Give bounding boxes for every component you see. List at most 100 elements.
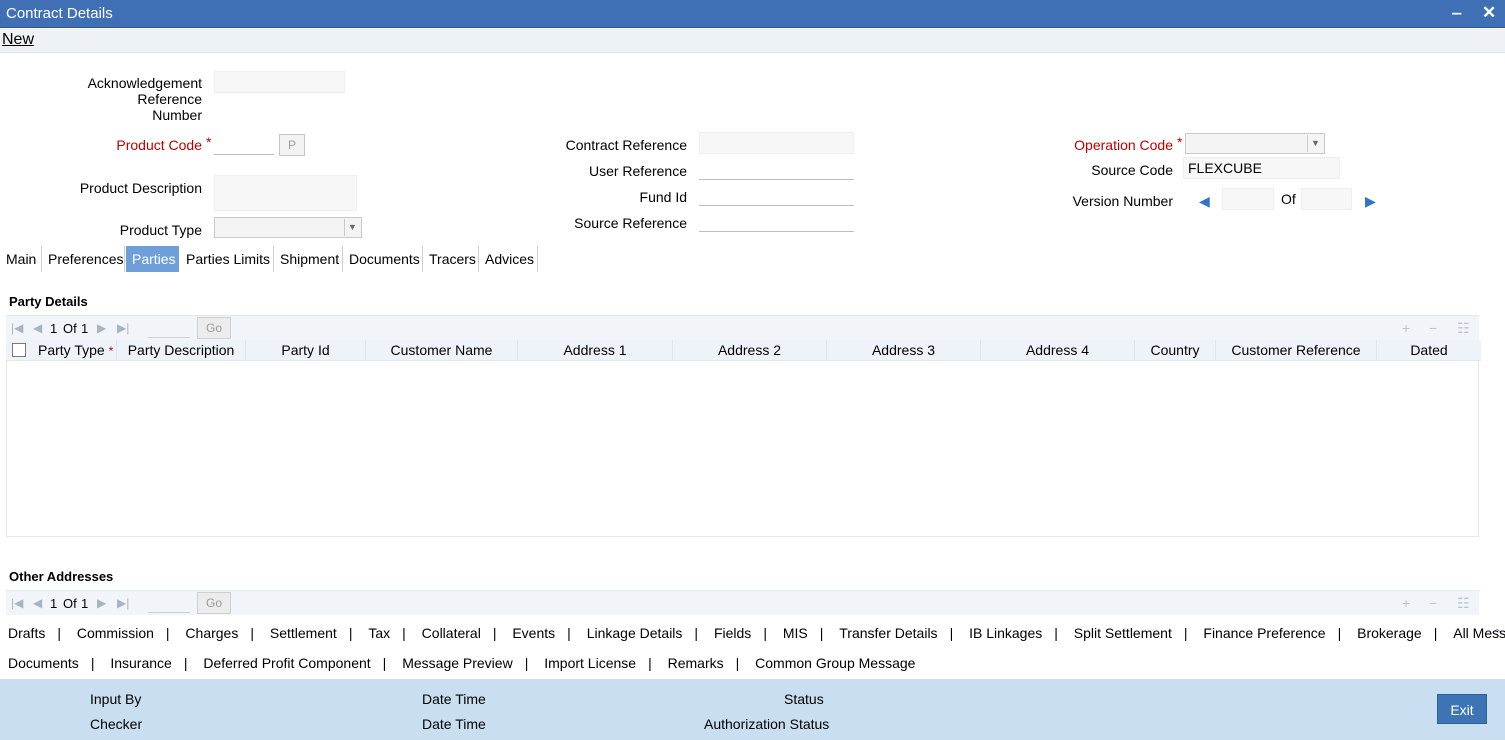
link-separator: | — [763, 625, 767, 641]
link-documents[interactable]: Documents — [8, 655, 79, 671]
add-row-icon[interactable]: + — [1402, 595, 1410, 611]
link-insurance[interactable]: Insurance — [110, 655, 171, 671]
version-total-input[interactable] — [1301, 188, 1352, 210]
col-party-description[interactable]: Party Description — [117, 340, 246, 361]
col-address-3[interactable]: Address 3 — [827, 340, 981, 361]
next-page-icon[interactable]: ▶ — [97, 596, 106, 610]
link-settlement[interactable]: Settlement — [270, 625, 337, 641]
tab-shipment[interactable]: Shipment — [274, 246, 343, 272]
tab-tracers[interactable]: Tracers — [423, 246, 479, 272]
contract-reference-label: Contract Reference — [565, 137, 687, 153]
col-address-2[interactable]: Address 2 — [673, 340, 827, 361]
product-code-input[interactable] — [214, 133, 274, 155]
fund-id-input[interactable] — [699, 184, 854, 206]
single-view-icon[interactable]: ☷ — [1457, 320, 1470, 337]
link-mis[interactable]: MIS — [783, 625, 808, 641]
previous-page-icon[interactable]: ◀ — [33, 321, 42, 335]
contract-reference-input[interactable] — [699, 132, 854, 154]
link-separator: | — [567, 625, 571, 641]
source-code-input[interactable]: FLEXCUBE — [1183, 157, 1340, 179]
link-finance-preference[interactable]: Finance Preference — [1203, 625, 1325, 641]
link-events[interactable]: Events — [512, 625, 555, 641]
new-link[interactable]: New — [2, 31, 34, 49]
page-of-label: Of — [63, 596, 77, 611]
ack-ref-label: Acknowledgement Reference Number — [20, 75, 202, 123]
tab-parties[interactable]: Parties — [126, 246, 179, 272]
ack-ref-input[interactable] — [214, 71, 345, 93]
single-view-icon[interactable]: ☷ — [1457, 595, 1470, 612]
select-all-checkbox[interactable] — [12, 343, 26, 357]
col-customer-name[interactable]: Customer Name — [366, 340, 518, 361]
product-type-select[interactable]: ▼ — [214, 217, 362, 238]
link-ib-linkages[interactable]: IB Linkages — [969, 625, 1042, 641]
source-reference-input[interactable] — [699, 210, 854, 232]
link-collateral[interactable]: Collateral — [422, 625, 481, 641]
previous-version-icon[interactable]: ◀ — [1199, 193, 1210, 210]
go-button[interactable]: Go — [197, 317, 231, 339]
delete-row-icon[interactable]: − — [1429, 595, 1437, 611]
other-addresses-title: Other Addresses — [9, 569, 114, 584]
link-commission[interactable]: Commission — [77, 625, 154, 641]
link-deferred-profit-component[interactable]: Deferred Profit Component — [203, 655, 370, 671]
checker-label: Checker — [90, 716, 143, 732]
col-country[interactable]: Country — [1135, 340, 1216, 361]
col-party-id[interactable]: Party Id — [246, 340, 366, 361]
col-party-type[interactable]: Party Type * — [32, 340, 117, 361]
link-charges[interactable]: Charges — [185, 625, 238, 641]
product-code-lov-button[interactable]: P — [279, 134, 305, 156]
tab-main[interactable]: Main — [0, 246, 42, 272]
link-separator: | — [524, 655, 529, 671]
close-icon[interactable]: ✕ — [1482, 3, 1496, 23]
page-number-input[interactable] — [148, 319, 190, 338]
add-row-icon[interactable]: + — [1402, 320, 1410, 336]
col-dated[interactable]: Dated — [1377, 340, 1481, 361]
link-remarks[interactable]: Remarks — [668, 655, 724, 671]
link-linkage-details[interactable]: Linkage Details — [587, 625, 683, 641]
link-transfer-details[interactable]: Transfer Details — [839, 625, 937, 641]
window-titlebar: Contract Details ‒ ✕ — [0, 0, 1505, 28]
operation-code-label: Operation Code — [1074, 137, 1173, 153]
previous-page-icon[interactable]: ◀ — [33, 596, 42, 610]
minimize-icon[interactable]: ‒ — [1452, 3, 1461, 23]
product-description-input[interactable] — [214, 175, 357, 211]
tab-preferences[interactable]: Preferences — [42, 246, 125, 272]
next-page-icon[interactable]: ▶ — [97, 321, 106, 335]
go-button[interactable]: Go — [197, 592, 231, 614]
first-page-icon[interactable]: |◀ — [11, 321, 23, 335]
party-details-title: Party Details — [9, 294, 88, 309]
link-tax[interactable]: Tax — [368, 625, 390, 641]
link-separator: | — [1337, 625, 1342, 641]
tab-documents[interactable]: Documents — [343, 246, 423, 272]
next-version-icon[interactable]: ▶ — [1365, 193, 1376, 210]
col-address-1[interactable]: Address 1 — [518, 340, 673, 361]
link-message-preview[interactable]: Message Preview — [402, 655, 513, 671]
col-address-4[interactable]: Address 4 — [981, 340, 1135, 361]
date-time-label: Date Time — [422, 691, 486, 707]
link-separator: | — [648, 655, 652, 671]
exit-button[interactable]: Exit — [1437, 694, 1487, 724]
ack-ref-label-line2: Number — [152, 107, 202, 123]
tab-parties-limits[interactable]: Parties Limits — [180, 246, 274, 272]
party-details-pager: |◀ ◀ 1 Of 1 ▶ ▶| Go + − ☷ — [6, 315, 1479, 340]
chevron-down-icon: ▼ — [1307, 135, 1323, 152]
tab-advices[interactable]: Advices — [479, 246, 538, 272]
page-number-input[interactable] — [148, 594, 190, 613]
version-current-input[interactable] — [1222, 188, 1274, 210]
link-import-license[interactable]: Import License — [544, 655, 636, 671]
link-fields[interactable]: Fields — [714, 625, 751, 641]
link-drafts[interactable]: Drafts — [8, 625, 45, 641]
link-all-messages[interactable]: All Messages — [1453, 625, 1505, 641]
last-page-icon[interactable]: ▶| — [117, 321, 129, 335]
user-reference-input[interactable] — [699, 158, 854, 180]
link-common-group-message[interactable]: Common Group Message — [755, 655, 915, 671]
source-code-label: Source Code — [1091, 162, 1173, 178]
col-customer-reference[interactable]: Customer Reference — [1216, 340, 1377, 361]
delete-row-icon[interactable]: − — [1429, 320, 1437, 336]
link-split-settlement[interactable]: Split Settlement — [1074, 625, 1172, 641]
first-page-icon[interactable]: |◀ — [11, 596, 23, 610]
last-page-icon[interactable]: ▶| — [117, 596, 129, 610]
total-pages: 1 — [81, 321, 89, 336]
operation-code-select[interactable]: ▼ — [1185, 133, 1325, 154]
link-separator: | — [735, 655, 740, 671]
link-brokerage[interactable]: Brokerage — [1357, 625, 1422, 641]
